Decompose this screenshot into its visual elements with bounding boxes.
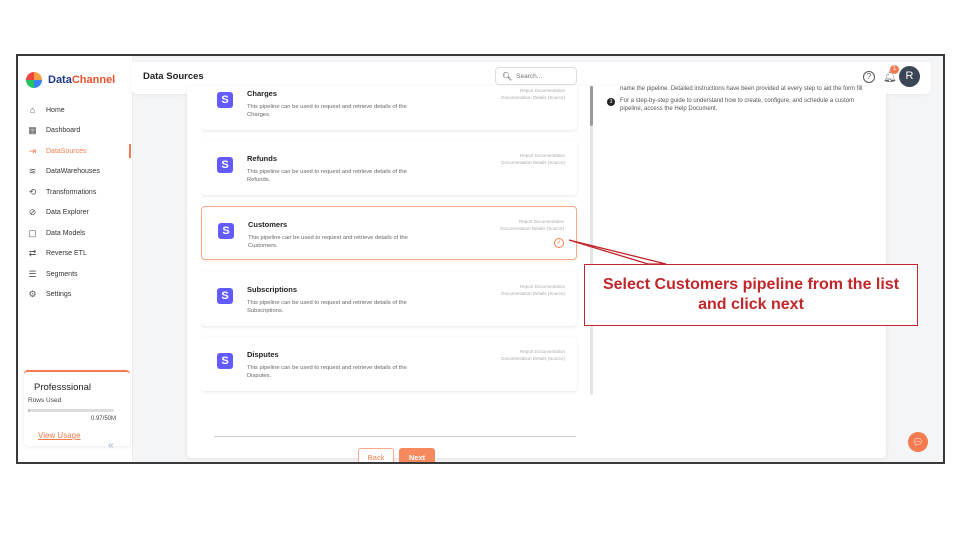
pipeline-description: This pipeline can be used to request and… <box>247 169 407 183</box>
view-usage-link[interactable]: View Usage <box>38 431 81 440</box>
footer-divider <box>214 436 576 437</box>
selected-check-icon: ✓ <box>554 238 564 248</box>
pipeline-description: This pipeline can be used to request and… <box>247 300 407 314</box>
explorer-icon: ⊘ <box>28 207 37 218</box>
pipeline-docs: Report Documentation Documentation Detail… <box>501 349 565 362</box>
chat-support-icon[interactable]: 💬︎ <box>908 432 928 452</box>
pipeline-docs: Report Documentation Documentation Detail… <box>501 153 565 166</box>
database-icon: ≋ <box>28 166 37 177</box>
page-title: Data Sources <box>143 71 204 82</box>
rows-used-label: Rows Used <box>28 397 62 404</box>
sidebar-item-segments[interactable]: ☰ Segments <box>18 264 133 285</box>
sidebar-item-label: Transformations <box>46 188 97 196</box>
brand-name: DataChannel <box>48 74 116 86</box>
stripe-logo-icon: S <box>218 223 234 239</box>
sidebar-item-home[interactable]: ⌂ Home <box>18 100 133 121</box>
usage-progress-bar <box>28 409 114 412</box>
pipeline-description: This pipeline can be used to request and… <box>247 365 407 379</box>
instruction-callout: Select Customers pipeline from the list … <box>584 264 918 326</box>
step-number <box>607 86 615 94</box>
transform-icon: ⟲ <box>28 186 37 197</box>
rows-used-count: 0.97/50M <box>90 416 116 422</box>
pipeline-name: Charges <box>247 89 278 98</box>
documentation-details-link[interactable]: Documentation Details (Source) <box>501 95 565 102</box>
logo-icon <box>26 72 42 88</box>
stripe-logo-icon: S <box>217 157 233 173</box>
sidebar-item-datawarehouses[interactable]: ≋ DataWarehouses <box>18 162 133 183</box>
pipeline-name: Subscriptions <box>247 285 298 294</box>
instructions-panel: name the pipeline. Detailed instructions… <box>607 86 867 117</box>
pipeline-name: Refunds <box>247 154 277 163</box>
stripe-logo-icon: S <box>217 288 233 304</box>
dashboard-icon: ▦ <box>28 125 37 136</box>
sidebar-item-data-models[interactable]: ▢ Data Models <box>18 223 133 244</box>
home-icon: ⌂ <box>29 105 36 116</box>
reverse-etl-icon: ⇄ <box>28 248 37 259</box>
pipeline-card-disputes[interactable]: S Disputes This pipeline can be used to re… <box>201 337 577 391</box>
pipeline-name: Customers <box>248 220 288 229</box>
back-button[interactable]: Back <box>358 448 394 462</box>
pipeline-list: S Charges This pipeline can be used to req… <box>201 86 579 458</box>
instruction-text: name the pipeline. Detailed instructions… <box>620 86 863 92</box>
pipeline-docs: Report Documentation Documentation Detail… <box>501 284 565 297</box>
plan-card: Professsional Rows Used 0.97/50M View Us… <box>24 370 130 446</box>
usage-progress-fill <box>28 409 30 412</box>
callout-text: Select Customers pipeline from the list … <box>602 276 900 313</box>
list-scrollbar-track[interactable] <box>590 86 593 395</box>
search-box[interactable]: 🔍︎ <box>495 67 577 85</box>
app-window: DataChannel ⌂ Home ▦ Dashboard ⇥ DataSources ≋… <box>16 54 945 464</box>
brand-logo[interactable]: DataChannel <box>26 72 115 88</box>
instruction-item: name the pipeline. Detailed instructions… <box>607 86 867 94</box>
documentation-details-link[interactable]: Documentation Details (Source) <box>501 291 565 298</box>
pipeline-card-refunds[interactable]: S Refunds This pipeline can be used to req… <box>201 141 577 195</box>
pipeline-docs: Report Documentation Documentation Detail… <box>501 88 565 101</box>
sidebar-nav: ⌂ Home ▦ Dashboard ⇥ DataSources ≋ DataWarehous… <box>18 100 133 305</box>
pipeline-card-customers[interactable]: S Customers This pipeline can be used to r… <box>201 206 577 260</box>
sidebar-item-label: Dashboard <box>46 127 81 135</box>
pipeline-description: This pipeline can be used to request and… <box>248 235 408 249</box>
help-icon[interactable]: ? <box>863 71 875 83</box>
pipeline-card-subscriptions[interactable]: S Subscriptions This pipeline can be used … <box>201 272 577 326</box>
sidebar-item-datasources[interactable]: ⇥ DataSources <box>18 141 133 162</box>
stripe-logo-icon: S <box>217 92 233 108</box>
list-scrollbar-thumb[interactable] <box>590 86 593 126</box>
search-icon: 🔍︎ <box>502 71 513 81</box>
sidebar-item-label: DataWarehouses <box>46 168 100 176</box>
documentation-details-link[interactable]: Documentation Details (Source) <box>501 356 565 363</box>
sidebar-item-transformations[interactable]: ⟲ Transformations <box>18 182 133 203</box>
sidebar-item-label: Data Models <box>46 229 86 237</box>
search-input[interactable] <box>516 72 573 80</box>
next-button[interactable]: Next <box>399 448 435 462</box>
sidebar-item-label: Segments <box>46 270 78 278</box>
models-icon: ▢ <box>28 227 37 238</box>
step-number: 3 <box>607 98 615 106</box>
sidebar-item-data-explorer[interactable]: ⊘ Data Explorer <box>18 203 133 224</box>
pipeline-description: This pipeline can be used to request and… <box>247 104 407 118</box>
sidebar-item-settings[interactable]: ⚙ Settings <box>18 285 133 306</box>
datasources-icon: ⇥ <box>28 145 37 156</box>
sidebar-item-label: Home <box>46 106 65 114</box>
documentation-details-link[interactable]: Documentation Details (Source) <box>500 226 564 233</box>
pipeline-card-charges[interactable]: S Charges This pipeline can be used to req… <box>201 86 577 130</box>
settings-icon: ⚙ <box>28 289 37 300</box>
sidebar: DataChannel ⌂ Home ▦ Dashboard ⇥ DataSources ≋… <box>18 56 133 462</box>
pipeline-name: Disputes <box>247 350 279 359</box>
sidebar-item-label: Settings <box>46 291 72 299</box>
plan-title: Professsional <box>34 382 92 393</box>
instruction-text: For a step-by-step guide to understand h… <box>620 98 855 112</box>
sidebar-item-label: DataSources <box>46 147 87 155</box>
collapse-sidebar-icon[interactable]: « <box>108 440 114 451</box>
user-avatar[interactable]: R <box>899 66 920 87</box>
sidebar-item-dashboard[interactable]: ▦ Dashboard <box>18 121 133 142</box>
pipeline-docs: Report Documentation Documentation Detail… <box>500 219 564 232</box>
notification-badge: 1 <box>890 65 899 74</box>
segments-icon: ☰ <box>28 268 37 279</box>
sidebar-item-label: Reverse ETL <box>46 250 87 258</box>
instruction-item: 3 For a step-by-step guide to understand … <box>607 98 867 113</box>
documentation-details-link[interactable]: Documentation Details (Source) <box>501 160 565 167</box>
sidebar-item-label: Data Explorer <box>46 209 89 217</box>
stripe-logo-icon: S <box>217 353 233 369</box>
sidebar-item-reverse-etl[interactable]: ⇄ Reverse ETL <box>18 244 133 265</box>
